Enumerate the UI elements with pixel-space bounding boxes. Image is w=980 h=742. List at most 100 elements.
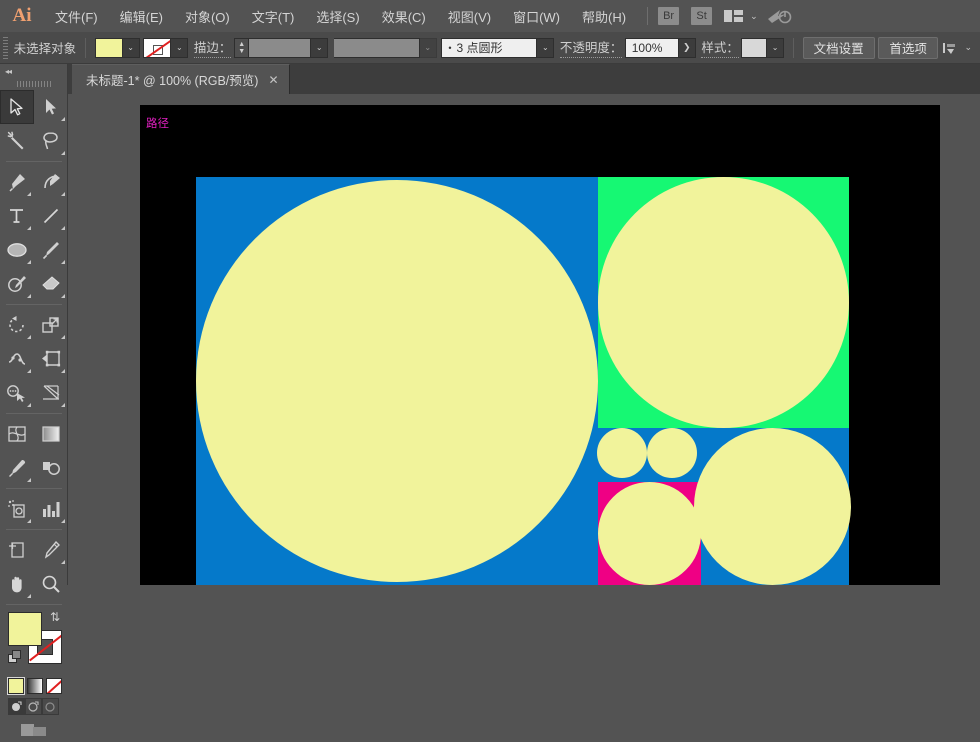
- workspace-switcher-icon[interactable]: [766, 7, 792, 25]
- tools-grid: [0, 90, 68, 608]
- bridge-icon[interactable]: Br: [658, 7, 679, 25]
- paint-mode-color[interactable]: [8, 678, 24, 694]
- stroke-profile-value[interactable]: • 3 点圆形: [441, 38, 537, 58]
- close-icon[interactable]: ✕: [268, 74, 278, 86]
- tool-width[interactable]: [0, 342, 34, 376]
- circle-yellow-2[interactable]: [598, 177, 849, 428]
- swap-fill-stroke-icon[interactable]: ⇅: [50, 610, 60, 624]
- tool-artboard[interactable]: [0, 533, 34, 567]
- fill-swatch[interactable]: [95, 38, 123, 58]
- artwork-group[interactable]: [196, 177, 846, 585]
- draw-mode-behind[interactable]: [25, 698, 42, 715]
- menu-edit[interactable]: 编辑(E): [109, 0, 174, 32]
- tool-shaper[interactable]: [0, 267, 34, 301]
- tool-expand-corner-icon: [27, 192, 31, 196]
- menu-file[interactable]: 文件(F): [44, 0, 109, 32]
- stroke-weight-input[interactable]: [249, 38, 311, 58]
- menu-type[interactable]: 文字(T): [241, 0, 306, 32]
- draw-mode-row: [0, 694, 67, 715]
- menu-help[interactable]: 帮助(H): [571, 0, 637, 32]
- circle-yellow-3[interactable]: [694, 428, 851, 585]
- tool-column-graph[interactable]: [34, 492, 68, 526]
- tool-type[interactable]: [0, 199, 34, 233]
- align-chevron-down-icon[interactable]: ⌄: [964, 42, 972, 53]
- circle-yellow-6[interactable]: [647, 428, 697, 478]
- stroke-chevron-down-icon[interactable]: ⌄: [171, 38, 188, 58]
- menu-object[interactable]: 对象(O): [174, 0, 241, 32]
- tool-perspective-grid[interactable]: [34, 376, 68, 410]
- stroke-weight-label[interactable]: 描边：: [194, 37, 232, 58]
- tool-scale[interactable]: [34, 308, 68, 342]
- style-control[interactable]: ⌄: [741, 38, 784, 58]
- tools-panel-collapse-icon[interactable]: ◂◂: [0, 64, 67, 78]
- fill-chevron-down-icon[interactable]: ⌄: [123, 38, 140, 58]
- circle-yellow-5[interactable]: [597, 428, 647, 478]
- canvas-area[interactable]: 路径: [68, 94, 980, 585]
- tool-hand[interactable]: [0, 567, 34, 601]
- opacity-input[interactable]: 100%: [625, 38, 679, 58]
- tool-eyedropper[interactable]: [0, 451, 34, 485]
- menu-window[interactable]: 窗口(W): [502, 0, 571, 32]
- menu-effect[interactable]: 效果(C): [371, 0, 437, 32]
- circle-yellow-1[interactable]: [196, 180, 598, 582]
- tool-zoom[interactable]: [34, 567, 68, 601]
- menu-bar: Ai 文件(F) 编辑(E) 对象(O) 文字(T) 选择(S) 效果(C) 视…: [0, 0, 980, 32]
- align-icon[interactable]: [942, 41, 958, 55]
- tool-shape-builder[interactable]: [0, 376, 34, 410]
- draw-mode-normal[interactable]: [8, 698, 25, 715]
- tool-selection[interactable]: [0, 90, 34, 124]
- arrange-documents-icon[interactable]: [724, 9, 744, 23]
- tool-slice[interactable]: [34, 533, 68, 567]
- style-chevron-down-icon[interactable]: ⌄: [767, 38, 784, 58]
- arrange-chevron-down-icon[interactable]: ⌄: [750, 11, 758, 22]
- document-tab[interactable]: 未标题-1* @ 100% (RGB/预览) ✕: [72, 64, 290, 94]
- stroke-none-swatch[interactable]: [143, 38, 171, 58]
- tool-ellipse[interactable]: [0, 233, 34, 267]
- document-setup-button[interactable]: 文档设置: [803, 37, 875, 59]
- variable-width-control[interactable]: ⌄: [334, 38, 437, 58]
- tool-direct-selection[interactable]: [34, 90, 68, 124]
- opacity-more-icon[interactable]: ❯: [679, 38, 696, 58]
- tool-pen[interactable]: [0, 165, 34, 199]
- tool-magic-wand[interactable]: [0, 124, 34, 158]
- stroke-weight-chevron-down-icon[interactable]: ⌄: [311, 38, 328, 58]
- circle-yellow-4[interactable]: [598, 482, 701, 585]
- opacity-label[interactable]: 不透明度：: [560, 37, 623, 58]
- menu-select[interactable]: 选择(S): [305, 0, 370, 32]
- variable-width-chevron-down-icon[interactable]: ⌄: [420, 38, 437, 58]
- tool-rotate[interactable]: [0, 308, 34, 342]
- tool-symbol-sprayer[interactable]: [0, 492, 34, 526]
- paint-mode-gradient[interactable]: [27, 678, 43, 694]
- preferences-button[interactable]: 首选项: [878, 37, 938, 59]
- tool-line-segment[interactable]: [34, 199, 68, 233]
- control-bar-grip[interactable]: [3, 37, 8, 59]
- tools-panel-grip[interactable]: [0, 78, 67, 90]
- tool-free-transform[interactable]: [34, 342, 68, 376]
- tool-mesh[interactable]: [0, 417, 34, 451]
- tool-paintbrush[interactable]: [34, 233, 68, 267]
- stroke-weight-stepper[interactable]: ▲▼: [234, 38, 249, 58]
- menu-view[interactable]: 视图(V): [437, 0, 502, 32]
- stroke-weight-control[interactable]: ▲▼ ⌄: [234, 38, 328, 58]
- tool-expand-corner-icon: [27, 403, 31, 407]
- draw-mode-inside[interactable]: [42, 698, 59, 715]
- tool-gradient[interactable]: [34, 417, 68, 451]
- style-label[interactable]: 样式：: [701, 37, 739, 58]
- style-swatch[interactable]: [741, 38, 767, 58]
- tool-blend[interactable]: [34, 451, 68, 485]
- stroke-profile-chevron-down-icon[interactable]: ⌄: [537, 38, 554, 58]
- stroke-color-control[interactable]: ⌄: [143, 38, 188, 58]
- tool-curvature[interactable]: [34, 165, 68, 199]
- tool-lasso[interactable]: [34, 124, 68, 158]
- stroke-profile-control[interactable]: • 3 点圆形 ⌄: [441, 38, 554, 58]
- fill-color-control[interactable]: ⌄: [95, 38, 140, 58]
- tool-expand-corner-icon: [61, 294, 65, 298]
- screen-mode-icon[interactable]: [21, 721, 47, 742]
- default-fill-stroke-icon[interactable]: [8, 650, 22, 664]
- variable-width-input[interactable]: [334, 38, 420, 58]
- stock-icon[interactable]: St: [691, 7, 712, 25]
- fill-indicator[interactable]: [8, 612, 42, 646]
- opacity-control[interactable]: 100% ❯: [625, 38, 696, 58]
- paint-mode-none[interactable]: [46, 678, 62, 694]
- tool-eraser[interactable]: [34, 267, 68, 301]
